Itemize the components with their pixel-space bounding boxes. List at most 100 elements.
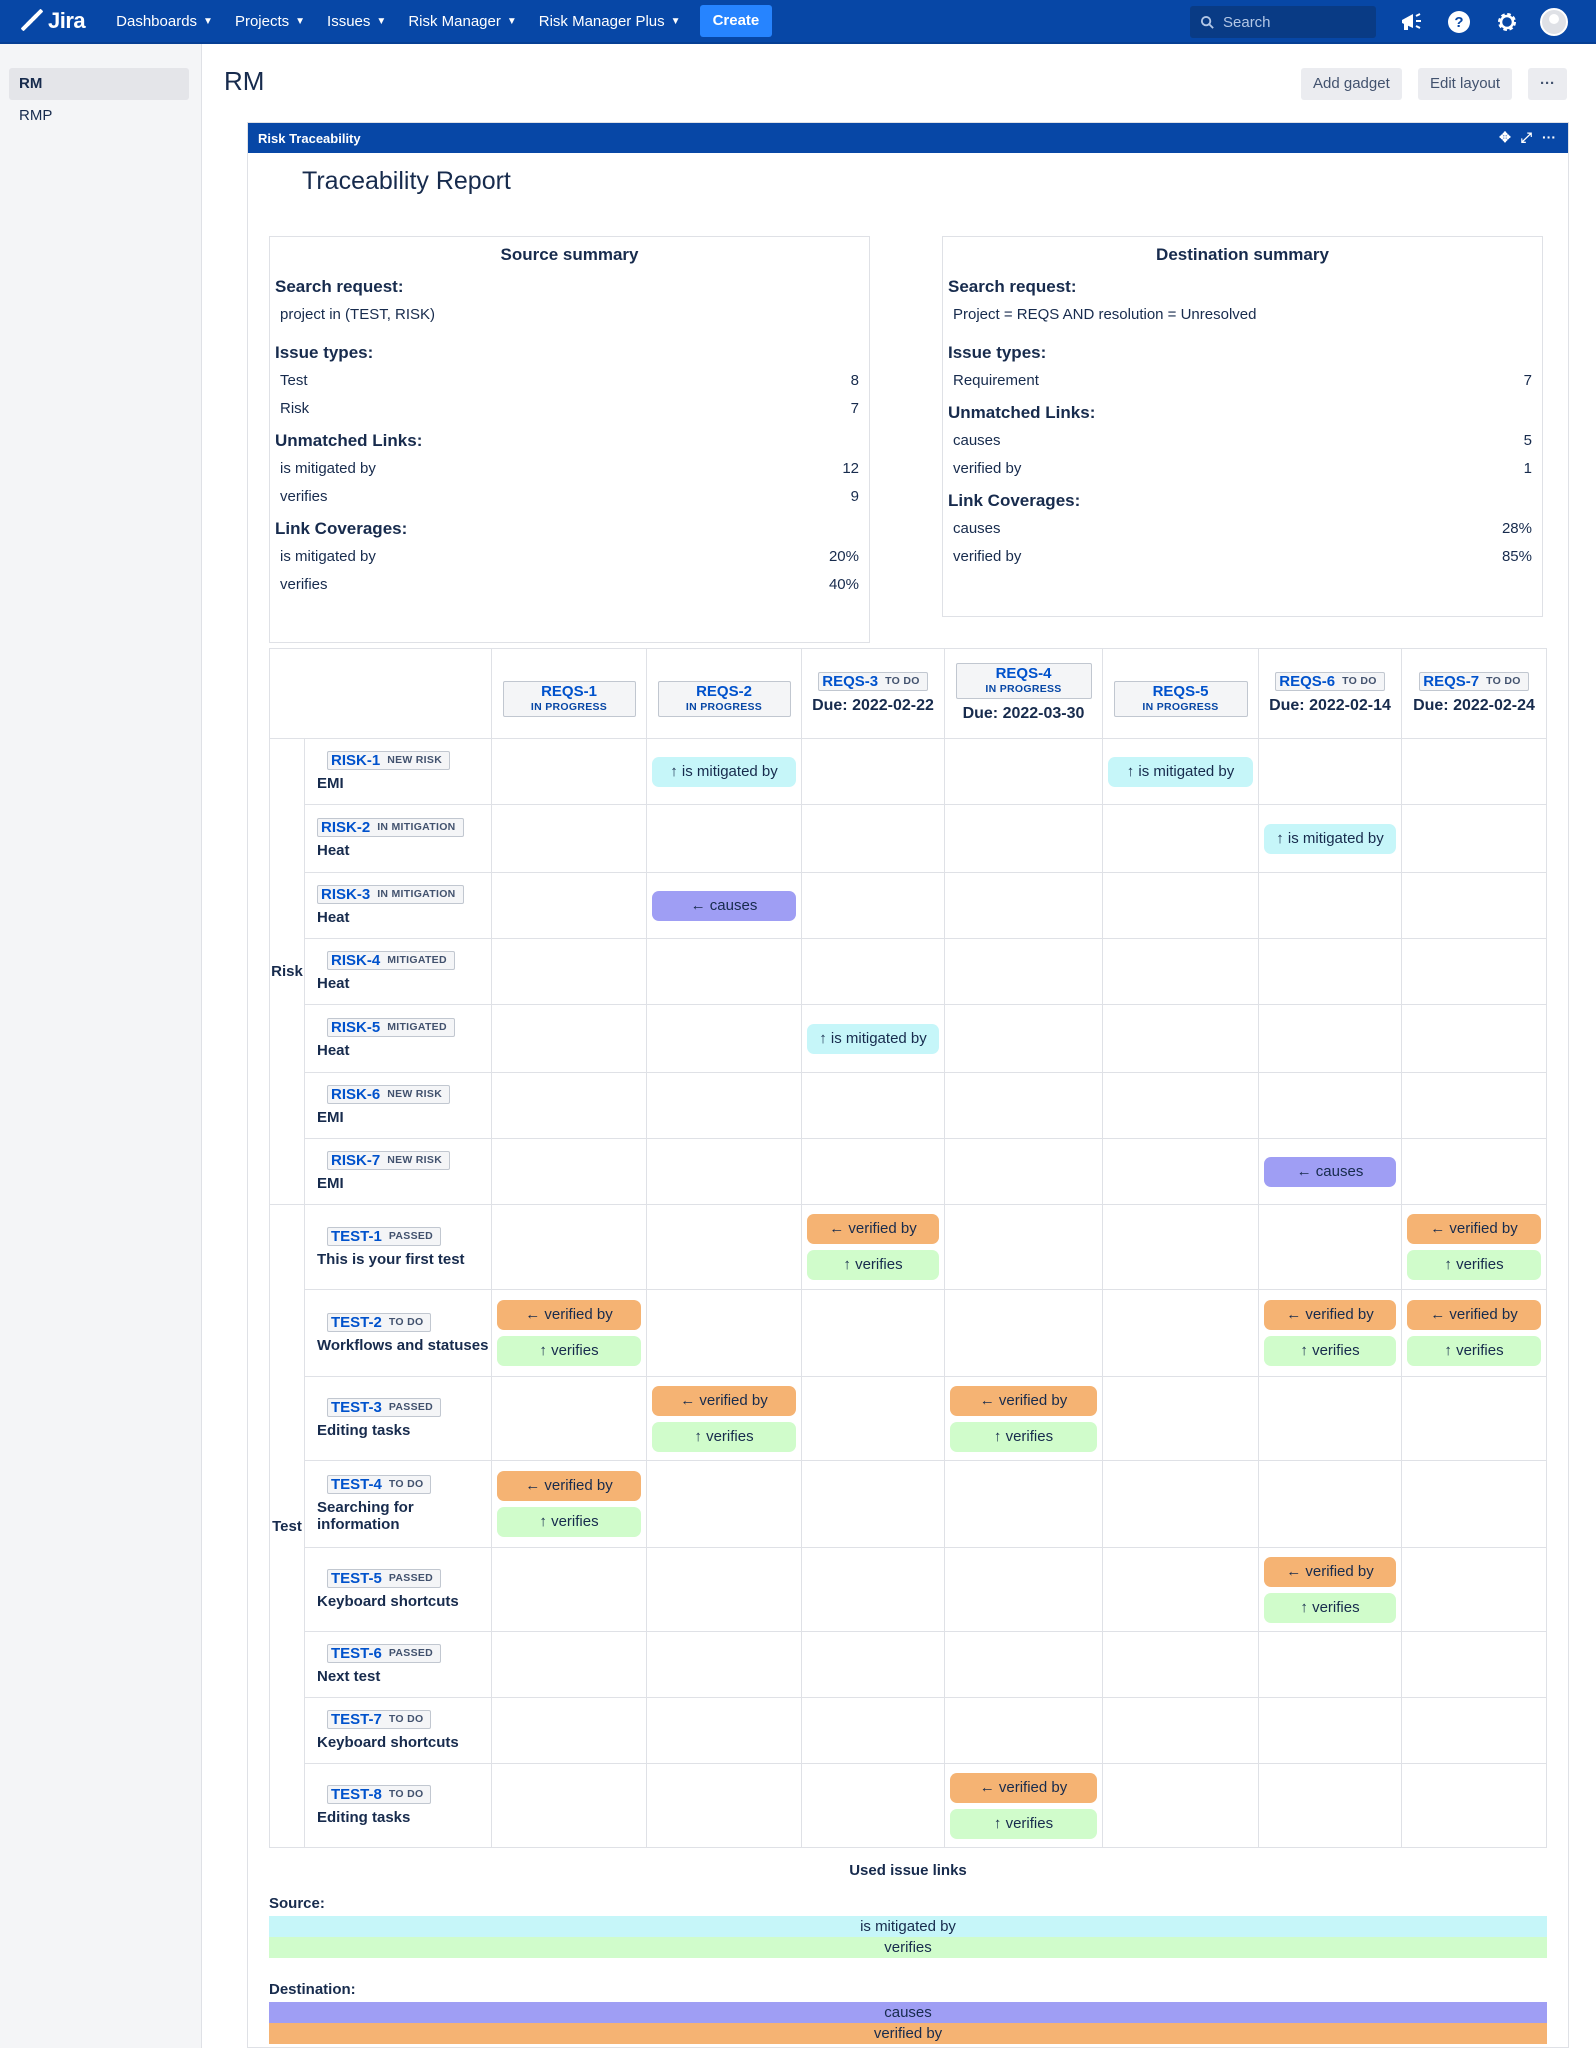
issue-key-link[interactable]: REQS-6 <box>1279 673 1335 690</box>
row-header: TEST-2 TO DO Workflows and statuses <box>304 1289 492 1377</box>
issue-key-box[interactable]: RISK-2 IN MITIGATION <box>317 818 464 837</box>
issue-key-link[interactable]: TEST-8 <box>331 1786 382 1803</box>
issue-key-link[interactable]: REQS-4 <box>965 665 1083 682</box>
link-pill-ver[interactable]: ↑ verifies <box>950 1808 1097 1839</box>
link-pill-mit[interactable]: ↑ is mitigated by <box>1264 823 1396 854</box>
link-pill-vb[interactable]: ← verified by <box>1407 1214 1541 1244</box>
issue-key-link[interactable]: REQS-1 <box>512 683 627 700</box>
issue-key-box[interactable]: REQS-3 TO DO <box>818 671 928 691</box>
issue-key-box[interactable]: RISK-3 IN MITIGATION <box>317 885 464 904</box>
link-pill-ver[interactable]: ↑ verifies <box>497 1336 641 1366</box>
link-pill-ver[interactable]: ↑ verifies <box>1264 1592 1396 1623</box>
issue-key-link[interactable]: REQS-5 <box>1123 683 1239 700</box>
issue-key-box[interactable]: REQS-5 IN PROGRESS <box>1113 680 1248 717</box>
issue-key-box[interactable]: RISK-6 NEW RISK <box>327 1085 451 1104</box>
issue-key-link[interactable]: TEST-2 <box>331 1314 382 1331</box>
search-input[interactable]: Search <box>1190 6 1376 38</box>
issue-key-box[interactable]: TEST-2 TO DO <box>327 1312 432 1332</box>
matrix-cell <box>1102 1763 1259 1848</box>
link-pill-vb[interactable]: ← verified by <box>652 1385 796 1416</box>
link-pill-ver[interactable]: ↑ verifies <box>950 1421 1097 1452</box>
link-pill-mit[interactable]: ↑ is mitigated by <box>652 756 796 787</box>
issue-key-box[interactable]: RISK-1 NEW RISK <box>327 751 451 770</box>
gadget-menu-icon[interactable]: ··· <box>1542 130 1556 144</box>
link-pill-vb[interactable]: ← verified by <box>1407 1300 1541 1330</box>
issue-key-box[interactable]: RISK-7 NEW RISK <box>327 1151 451 1170</box>
issue-key-box[interactable]: TEST-6 PASSED <box>327 1644 442 1663</box>
move-icon[interactable]: ✥ <box>1499 130 1511 144</box>
settings-gear-icon[interactable] <box>1492 7 1522 37</box>
issue-key-link[interactable]: RISK-5 <box>331 1019 380 1036</box>
issue-key-link[interactable]: RISK-4 <box>331 952 380 969</box>
sidebar-item-rm[interactable]: RM <box>9 68 189 100</box>
sidebar-item-rmp[interactable]: RMP <box>9 100 189 132</box>
issue-key-box[interactable]: REQS-7 TO DO <box>1419 671 1529 691</box>
link-pill-mit[interactable]: ↑ is mitigated by <box>807 1023 939 1054</box>
notifications-icon[interactable] <box>1396 7 1426 37</box>
link-pill-vb[interactable]: ← verified by <box>950 1385 1097 1416</box>
issue-key-link[interactable]: TEST-4 <box>331 1476 382 1493</box>
more-actions-button[interactable]: ··· <box>1528 68 1567 100</box>
user-avatar[interactable] <box>1540 8 1568 36</box>
issue-key-link[interactable]: TEST-7 <box>331 1711 382 1728</box>
edit-layout-button[interactable]: Edit layout <box>1418 68 1513 100</box>
issue-key-box[interactable]: REQS-4 IN PROGRESS <box>955 663 1092 699</box>
nav-dashboards[interactable]: Dashboards ▼ <box>116 13 213 30</box>
issue-key-box[interactable]: TEST-3 PASSED <box>327 1398 442 1417</box>
issue-key-box[interactable]: RISK-5 MITIGATED <box>327 1018 455 1037</box>
link-pill-ver[interactable]: ↑ verifies <box>1264 1336 1396 1366</box>
issue-key-box[interactable]: TEST-8 TO DO <box>327 1785 432 1804</box>
nav-risk-manager-plus[interactable]: Risk Manager Plus ▼ <box>539 13 681 30</box>
link-pill-cau[interactable]: ← causes <box>1264 1156 1396 1187</box>
issue-key-link[interactable]: RISK-7 <box>331 1152 380 1169</box>
link-pill-ver[interactable]: ↑ verifies <box>1407 1336 1541 1366</box>
issue-key-link[interactable]: RISK-6 <box>331 1086 380 1103</box>
cell-links: ↑ is mitigated by <box>1259 821 1401 857</box>
link-pill-vb[interactable]: ← verified by <box>497 1300 641 1330</box>
issue-key-box[interactable]: REQS-1 IN PROGRESS <box>502 680 636 717</box>
add-gadget-button[interactable]: Add gadget <box>1301 68 1402 100</box>
issue-key-box[interactable]: TEST-1 PASSED <box>327 1226 442 1246</box>
create-button[interactable]: Create <box>699 5 773 37</box>
link-pill-vb[interactable]: ← verified by <box>807 1214 939 1244</box>
issue-key-link[interactable]: RISK-2 <box>321 819 370 836</box>
issue-key-box[interactable]: REQS-2 IN PROGRESS <box>657 680 791 717</box>
link-pill-cau[interactable]: ← causes <box>652 890 796 921</box>
link-pill-ver[interactable]: ↑ verifies <box>1407 1250 1541 1280</box>
link-pill-vb[interactable]: ← verified by <box>1264 1556 1396 1587</box>
link-pill-ver[interactable]: ↑ verifies <box>807 1250 939 1280</box>
issue-key-box[interactable]: TEST-7 TO DO <box>327 1710 432 1729</box>
expand-icon[interactable]: ⤢ <box>1521 130 1532 144</box>
link-pill-ver[interactable]: ↑ verifies <box>497 1507 641 1537</box>
cell-links: ← verified by ↑ verifies <box>945 1770 1102 1842</box>
nav-projects[interactable]: Projects ▼ <box>235 13 305 30</box>
jira-logo[interactable]: Jira <box>18 8 86 34</box>
issue-key-link[interactable]: TEST-1 <box>331 1228 382 1245</box>
issue-key-link[interactable]: REQS-3 <box>822 673 878 690</box>
issue-key-box[interactable]: TEST-5 PASSED <box>327 1569 442 1588</box>
nav-risk-manager[interactable]: Risk Manager ▼ <box>408 13 516 30</box>
row-count: 9 <box>850 488 859 505</box>
link-pill-mit[interactable]: ↑ is mitigated by <box>1108 756 1253 787</box>
issue-key-link[interactable]: REQS-2 <box>667 683 782 700</box>
issue-key-link[interactable]: TEST-6 <box>331 1645 382 1662</box>
link-pill-vb[interactable]: ← verified by <box>497 1471 641 1501</box>
issue-key-link[interactable]: TEST-3 <box>331 1399 382 1416</box>
issue-types-label: Issue types: <box>948 343 1047 362</box>
link-pill-ver[interactable]: ↑ verifies <box>652 1421 796 1452</box>
issue-key-box[interactable]: REQS-6 TO DO <box>1275 671 1385 691</box>
issue-key-box[interactable]: RISK-4 MITIGATED <box>327 951 455 970</box>
issue-key-link[interactable]: RISK-3 <box>321 886 370 903</box>
cell-links: ← verified by ↑ verifies <box>802 1211 944 1283</box>
help-icon[interactable]: ? <box>1444 7 1474 37</box>
issue-key-link[interactable]: TEST-5 <box>331 1570 382 1587</box>
matrix-cell <box>944 1697 1103 1764</box>
issue-key-box[interactable]: TEST-4 TO DO <box>327 1475 432 1494</box>
issue-key-line: TEST-1 PASSED <box>317 1226 491 1246</box>
link-pill-vb[interactable]: ← verified by <box>1264 1300 1396 1330</box>
issue-key-link[interactable]: RISK-1 <box>331 752 380 769</box>
matrix-cell <box>944 1547 1103 1632</box>
issue-key-link[interactable]: REQS-7 <box>1423 673 1479 690</box>
link-pill-vb[interactable]: ← verified by <box>950 1772 1097 1803</box>
nav-issues[interactable]: Issues ▼ <box>327 13 386 30</box>
